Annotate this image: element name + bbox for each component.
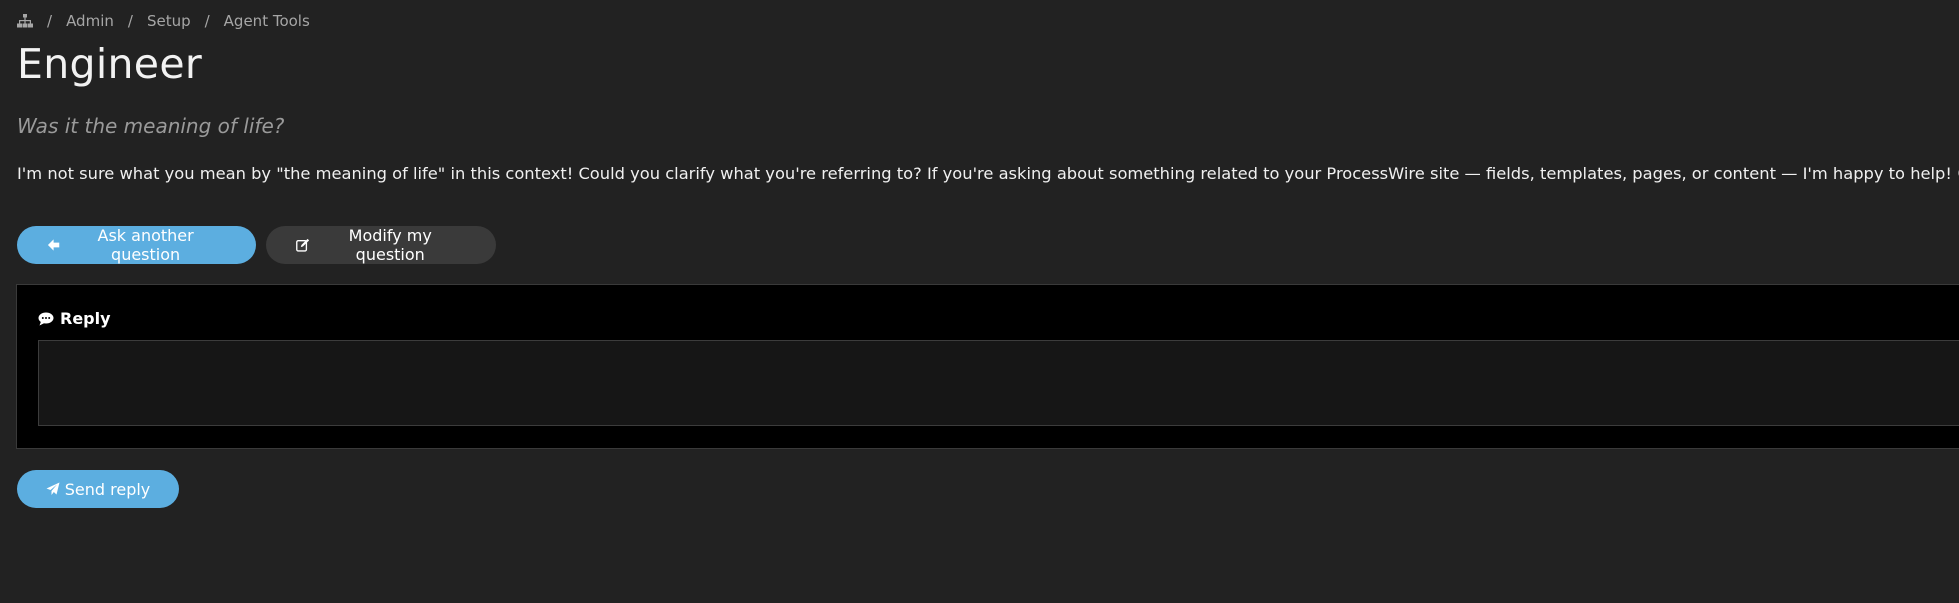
reply-label: Reply	[60, 309, 111, 328]
comment-icon	[38, 312, 54, 325]
breadcrumb-separator: /	[127, 12, 133, 30]
modify-question-label: Modify my question	[348, 226, 432, 264]
send-reply-button[interactable]: Send reply	[17, 470, 179, 508]
action-buttons: Ask another question Modify my question	[17, 226, 496, 264]
ask-another-question-button[interactable]: Ask another question	[17, 226, 256, 264]
breadcrumb-setup[interactable]: Setup	[147, 12, 191, 30]
reply-heading: Reply	[38, 309, 111, 328]
page: / Admin / Setup / Agent Tools Engineer W…	[0, 0, 1959, 603]
modify-question-button[interactable]: Modify my question	[266, 226, 496, 264]
ask-another-question-label: Ask another question	[97, 226, 194, 264]
reply-panel: Reply	[16, 284, 1959, 449]
breadcrumb: / Admin / Setup / Agent Tools	[17, 12, 310, 30]
arrow-left-icon	[47, 239, 60, 251]
breadcrumb-separator: /	[47, 12, 53, 30]
reply-textarea[interactable]	[38, 340, 1959, 426]
breadcrumb-separator: /	[204, 12, 210, 30]
send-reply-label: Send reply	[64, 479, 151, 499]
breadcrumb-admin[interactable]: Admin	[66, 12, 114, 30]
edit-icon	[296, 238, 310, 252]
sitemap-icon[interactable]	[17, 14, 33, 28]
paper-plane-icon	[46, 482, 60, 495]
question-text: Was it the meaning of life?	[17, 114, 285, 138]
answer-text: I'm not sure what you mean by "the meani…	[17, 164, 1959, 183]
page-title: Engineer	[17, 40, 202, 88]
breadcrumb-agent-tools[interactable]: Agent Tools	[224, 12, 310, 30]
